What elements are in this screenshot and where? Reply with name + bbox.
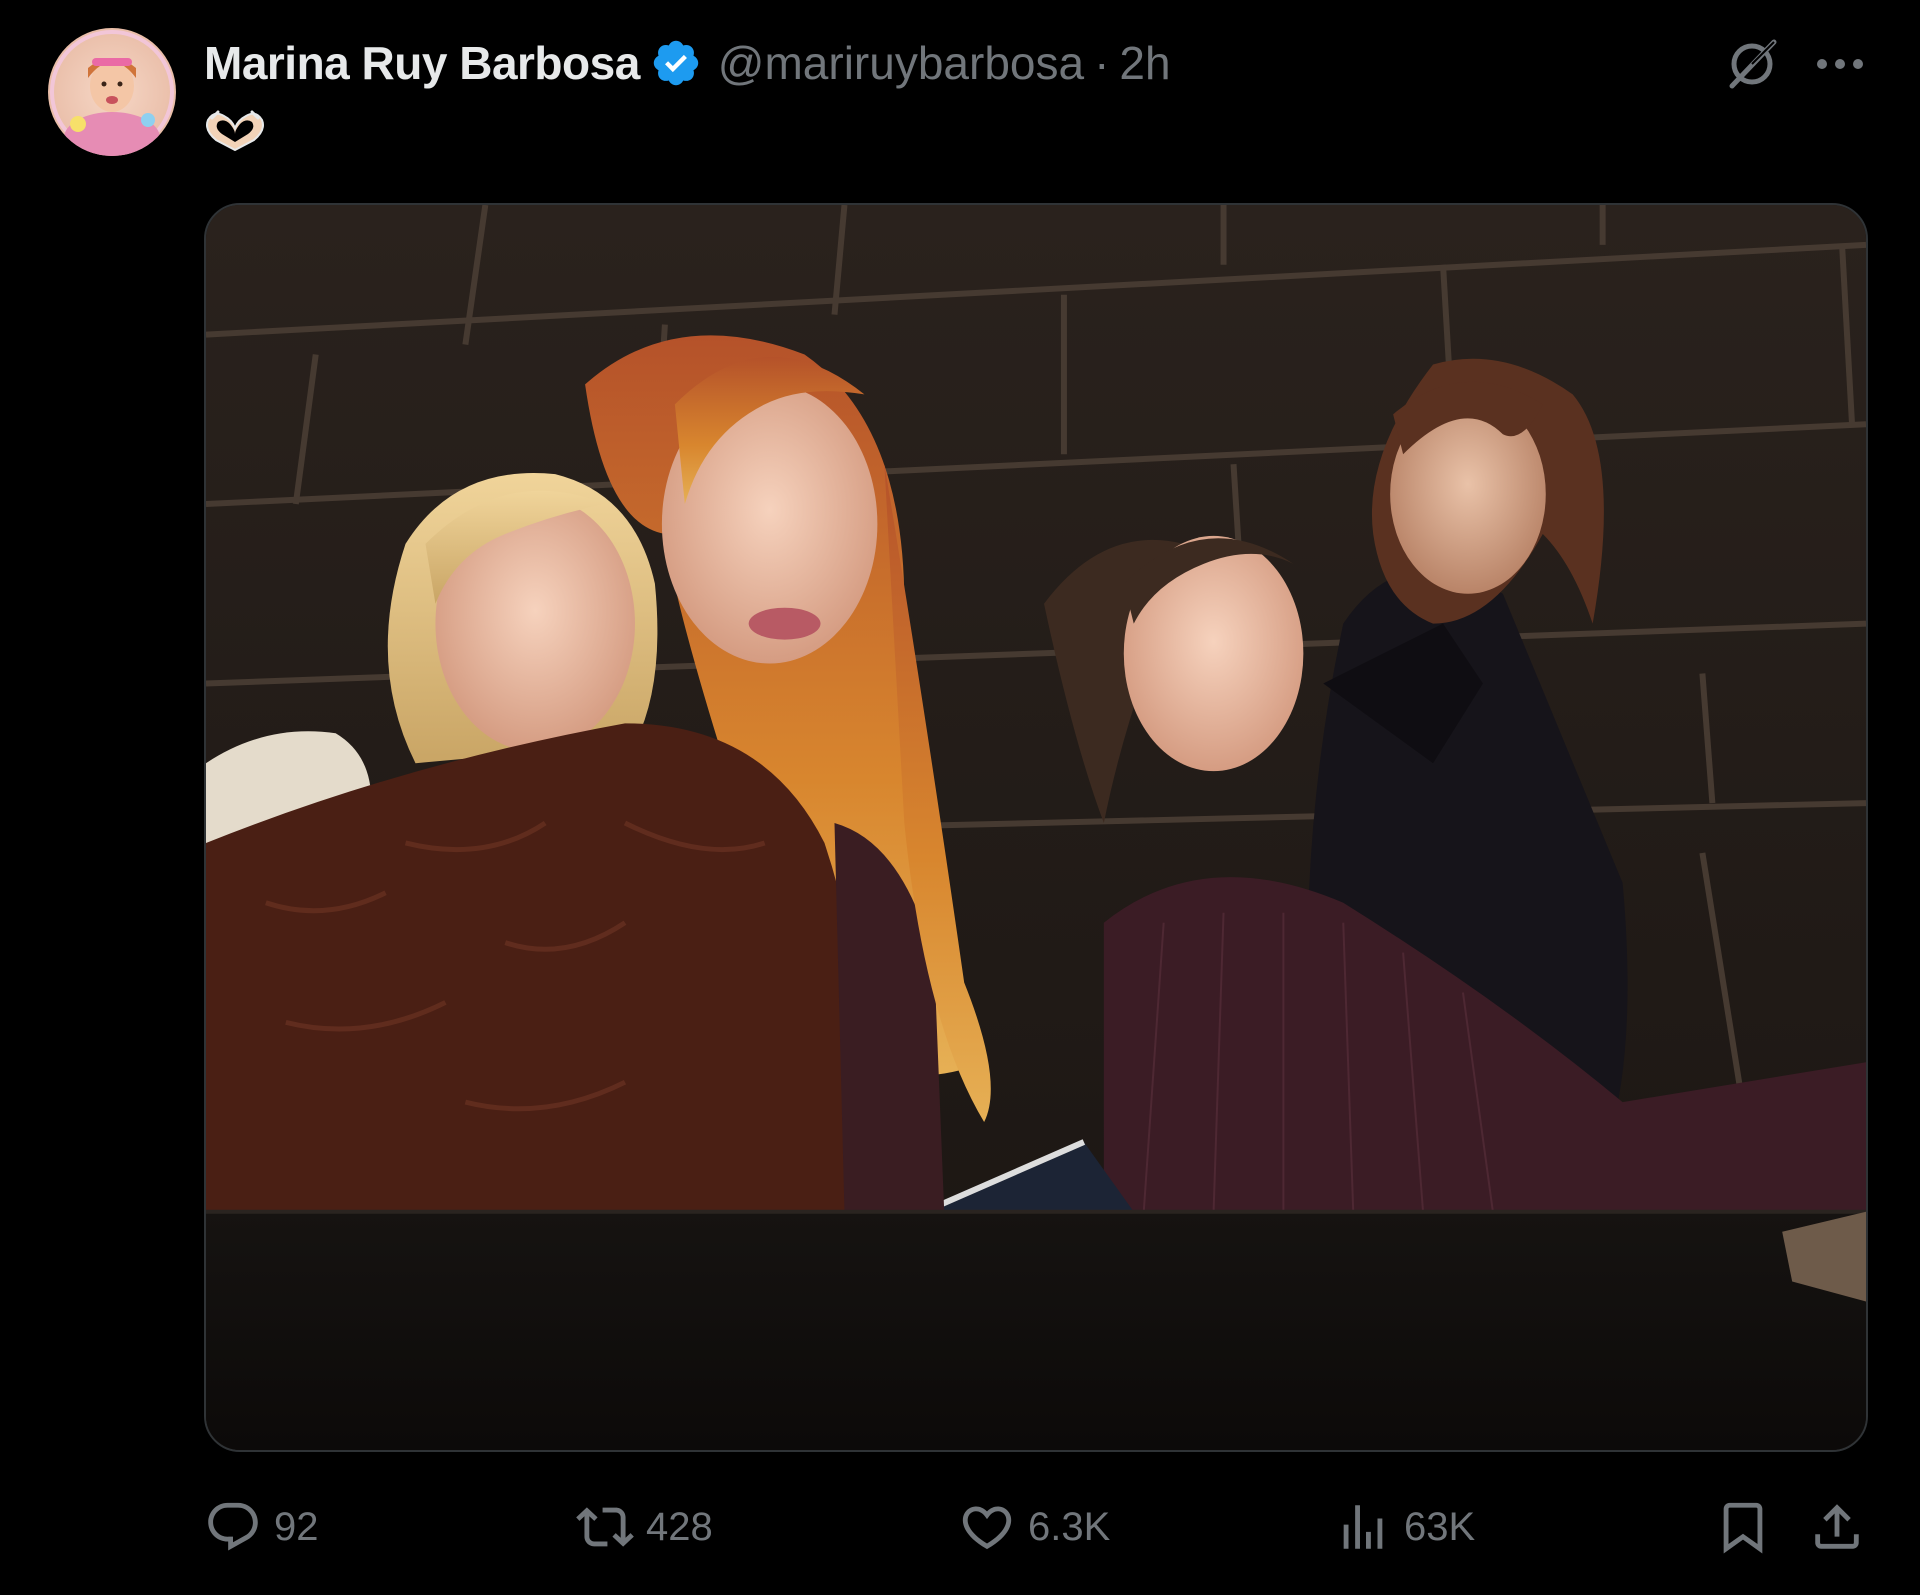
share-icon — [1808, 1498, 1866, 1556]
verified-badge-icon[interactable] — [650, 37, 702, 89]
reply-button[interactable]: 92 — [204, 1496, 319, 1558]
like-count: 6.3K — [1028, 1504, 1111, 1549]
tweet-photo[interactable] — [204, 203, 1868, 1452]
timestamp[interactable]: 2h — [1119, 36, 1170, 90]
reply-icon — [204, 1498, 262, 1556]
grok-icon[interactable] — [1722, 34, 1782, 94]
separator-dot: · — [1094, 37, 1110, 89]
reply-count: 92 — [274, 1504, 319, 1549]
more-options-icon[interactable] — [1810, 38, 1870, 90]
tweet-text — [204, 108, 274, 156]
views-button[interactable]: 63K — [1334, 1496, 1475, 1558]
heart-hands-emoji-icon — [204, 108, 274, 152]
tweet-actions: 92 428 6.3K 63K — [204, 1496, 1868, 1558]
views-chart-icon — [1334, 1498, 1392, 1556]
tweet-header: Marina Ruy Barbosa @mariruybarbosa · 2h — [204, 30, 1171, 96]
like-button[interactable]: 6.3K — [958, 1496, 1110, 1558]
share-button[interactable] — [1808, 1496, 1866, 1558]
bookmark-icon — [1714, 1498, 1772, 1556]
display-name[interactable]: Marina Ruy Barbosa — [204, 36, 640, 90]
views-count: 63K — [1404, 1504, 1476, 1549]
heart-icon — [958, 1498, 1016, 1556]
retweet-count: 428 — [646, 1504, 713, 1549]
avatar[interactable] — [48, 28, 176, 156]
tweet-card[interactable]: Marina Ruy Barbosa @mariruybarbosa · 2h — [0, 0, 1920, 1595]
bookmark-button[interactable] — [1714, 1496, 1772, 1558]
retweet-button[interactable]: 428 — [576, 1496, 713, 1558]
retweet-icon — [576, 1498, 634, 1556]
user-handle[interactable]: @mariruybarbosa — [718, 36, 1084, 90]
